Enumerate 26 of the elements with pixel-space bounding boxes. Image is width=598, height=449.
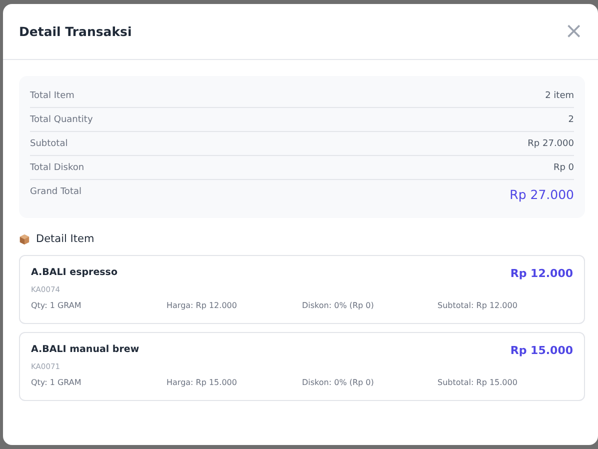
item-qty: Qty: 1 GRAM [31, 301, 82, 310]
summary-value: Rp 27.000 [528, 139, 574, 149]
item-price: Rp 12.000 [510, 267, 573, 280]
box-icon [19, 234, 30, 244]
item-qty: Qty: 1 GRAM [31, 378, 82, 387]
summary-label: Subtotal [30, 139, 68, 149]
summary-label: Grand Total [30, 187, 82, 197]
modal-title: Detail Transaksi [19, 24, 132, 39]
summary-label: Total Diskon [30, 163, 84, 173]
grand-total-value: Rp 27.000 [510, 187, 574, 202]
summary-value: 2 [568, 115, 574, 125]
summary-value: Rp 0 [553, 163, 574, 173]
item-harga: Harga: Rp 15.000 [166, 378, 238, 387]
item-subtotal: Subtotal: Rp 12.000 [438, 301, 518, 310]
item-subtotal: Subtotal: Rp 15.000 [438, 378, 518, 387]
item-harga: Harga: Rp 12.000 [166, 301, 238, 310]
item-diskon: Diskon: 0% (Rp 0) [302, 378, 375, 387]
item-price: Rp 15.000 [510, 344, 573, 357]
summary-label: Total Quantity [30, 115, 93, 125]
item-name: A.BALI espresso [31, 267, 118, 280]
item-name: A.BALI manual brew [31, 344, 140, 357]
item-diskon: Diskon: 0% (Rp 0) [302, 301, 375, 310]
summary-label: Total Item [30, 91, 74, 101]
section-heading: Detail Item [36, 233, 94, 245]
summary-value: 2 item [545, 91, 574, 101]
close-button[interactable]: × [562, 20, 585, 42]
